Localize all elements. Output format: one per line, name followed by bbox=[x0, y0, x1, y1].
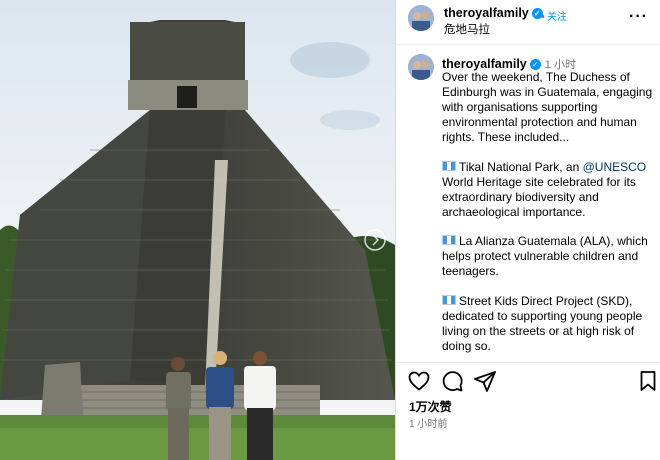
bookmark-icon[interactable] bbox=[636, 369, 660, 393]
posted-time: 1 小时前 bbox=[409, 419, 448, 430]
username-text[interactable]: theroyalfamily bbox=[444, 6, 529, 20]
item1-suffix: World Heritage site celebrated for its e… bbox=[442, 174, 636, 219]
separator-dot: • bbox=[541, 11, 545, 23]
caption-section: theroyalfamily ✓ 1 小时 Over the weekend, Th… bbox=[396, 44, 660, 362]
item1-prefix: Tikal National Park, an bbox=[459, 159, 583, 174]
temple-photo-illustration bbox=[0, 0, 395, 460]
caption-intro: Over the weekend, The Duchess of Edinbur… bbox=[442, 70, 653, 144]
post-header: theroyalfamily ✓ • 关注 危地马拉 ··· bbox=[396, 0, 660, 45]
item2-text: La Alianza Guatemala (ALA), which helps … bbox=[442, 234, 648, 278]
caption-item-2: La Alianza Guatemala (ALA), which helps … bbox=[442, 234, 654, 279]
guatemala-flag-icon bbox=[442, 160, 456, 171]
more-options-icon[interactable]: ··· bbox=[629, 8, 648, 26]
follow-button[interactable]: 关注 bbox=[547, 12, 567, 23]
guatemala-flag-icon bbox=[442, 294, 456, 305]
post-photo[interactable] bbox=[0, 0, 395, 460]
heart-icon[interactable] bbox=[407, 369, 431, 393]
caption-item-1: Tikal National Park, an @UNESCO World He… bbox=[442, 160, 654, 220]
header-username[interactable]: theroyalfamily ✓ bbox=[444, 6, 543, 20]
avatar[interactable] bbox=[408, 54, 434, 80]
post-sidebar: theroyalfamily ✓ • 关注 危地马拉 ··· theroyalfam… bbox=[395, 0, 660, 460]
follow-wrap: • 关注 bbox=[539, 7, 567, 25]
action-bar bbox=[396, 362, 660, 397]
comment-icon[interactable] bbox=[440, 369, 464, 393]
likes-count[interactable]: 1万次赞 bbox=[409, 398, 452, 415]
caption-username[interactable]: theroyalfamily bbox=[442, 57, 527, 71]
caption-item-3: Street Kids Direct Project (SKD), dedica… bbox=[442, 294, 654, 354]
share-icon[interactable] bbox=[473, 369, 497, 393]
verified-badge-icon: ✓ bbox=[529, 59, 541, 70]
unesco-mention-link[interactable]: @UNESCO bbox=[583, 160, 647, 174]
item3-text: Street Kids Direct Project (SKD), dedica… bbox=[442, 293, 643, 353]
caption-text: Over the weekend, The Duchess of Edinbur… bbox=[442, 70, 654, 362]
avatar[interactable] bbox=[408, 5, 434, 31]
guatemala-flag-icon bbox=[442, 235, 456, 245]
location-link[interactable]: 危地马拉 bbox=[444, 21, 490, 37]
